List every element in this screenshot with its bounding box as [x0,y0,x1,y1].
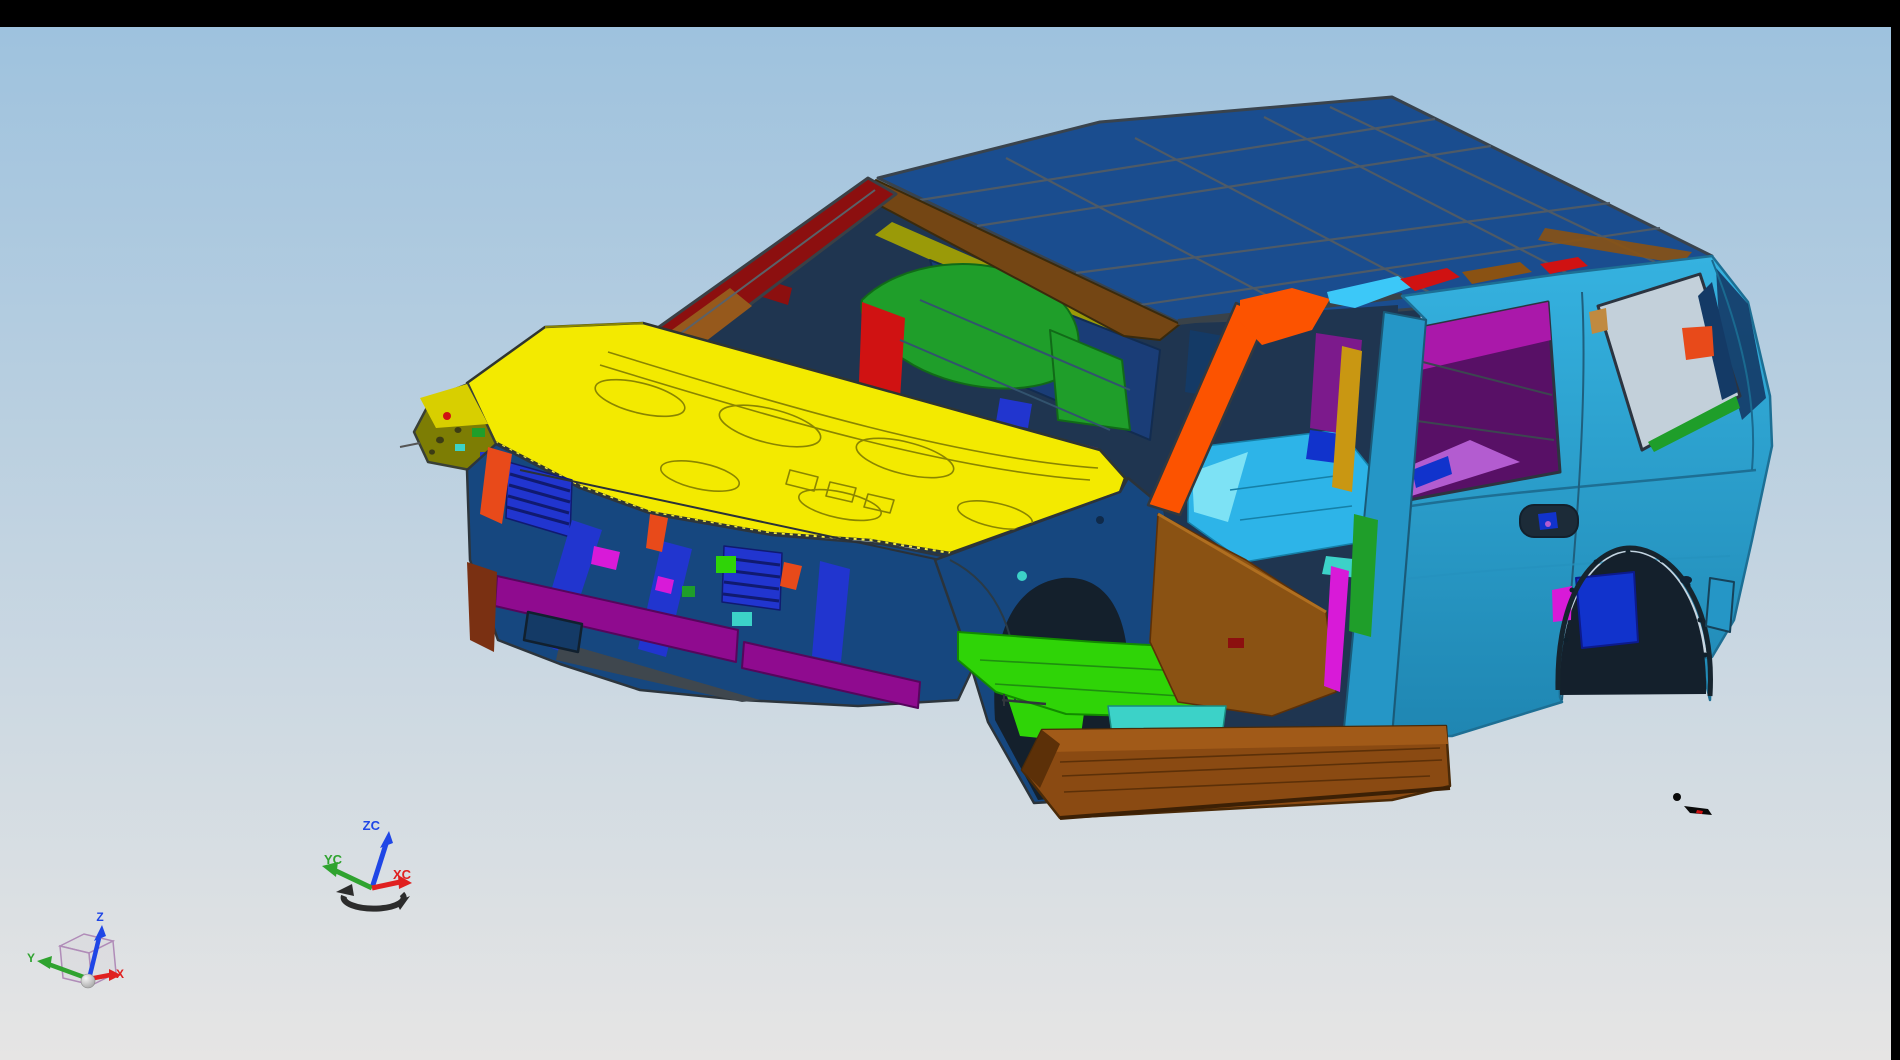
quarter-window-bracket-tan[interactable] [1589,308,1608,334]
right-bar [1891,27,1900,1060]
datum-y-label: Y [27,951,35,965]
fender-teal-clip[interactable] [455,444,465,451]
tunnel-red-mark [1228,638,1244,648]
front-green-patch[interactable] [716,556,736,573]
fender-red-dot[interactable] [443,412,451,420]
wcs-y-label: YC [324,852,343,867]
front-teal-clip[interactable] [732,612,752,626]
fender-teal-grommet[interactable] [1017,571,1027,581]
door-handle-dot [1545,521,1551,527]
graphics-viewport[interactable]: ZC YC XC Z Y X [0,0,1900,1060]
tank-shield-blue[interactable] [1576,572,1638,648]
rear-lower-bracket[interactable] [1706,578,1734,632]
front-maroon-member[interactable] [467,562,497,652]
fender-hole [436,437,444,444]
top-bar [0,0,1900,27]
front-green-patch-small[interactable] [682,586,695,597]
wcs-z-label: ZC [363,818,381,833]
datum-z-label: Z [96,910,103,924]
fender-hole [455,427,462,433]
fragment-dot[interactable] [1673,793,1681,801]
fender-green-clip[interactable] [472,428,485,437]
quarter-window-bracket-orange[interactable] [1682,326,1714,360]
fender-hole [429,449,435,454]
bracket-hole [1680,576,1692,584]
datum-x-label: X [116,967,124,981]
fender-hole [1096,516,1104,524]
application-window: ZC YC XC Z Y X [0,0,1900,1060]
wcs-x-label: XC [393,867,412,882]
datum-origin-sphere[interactable] [81,974,95,988]
